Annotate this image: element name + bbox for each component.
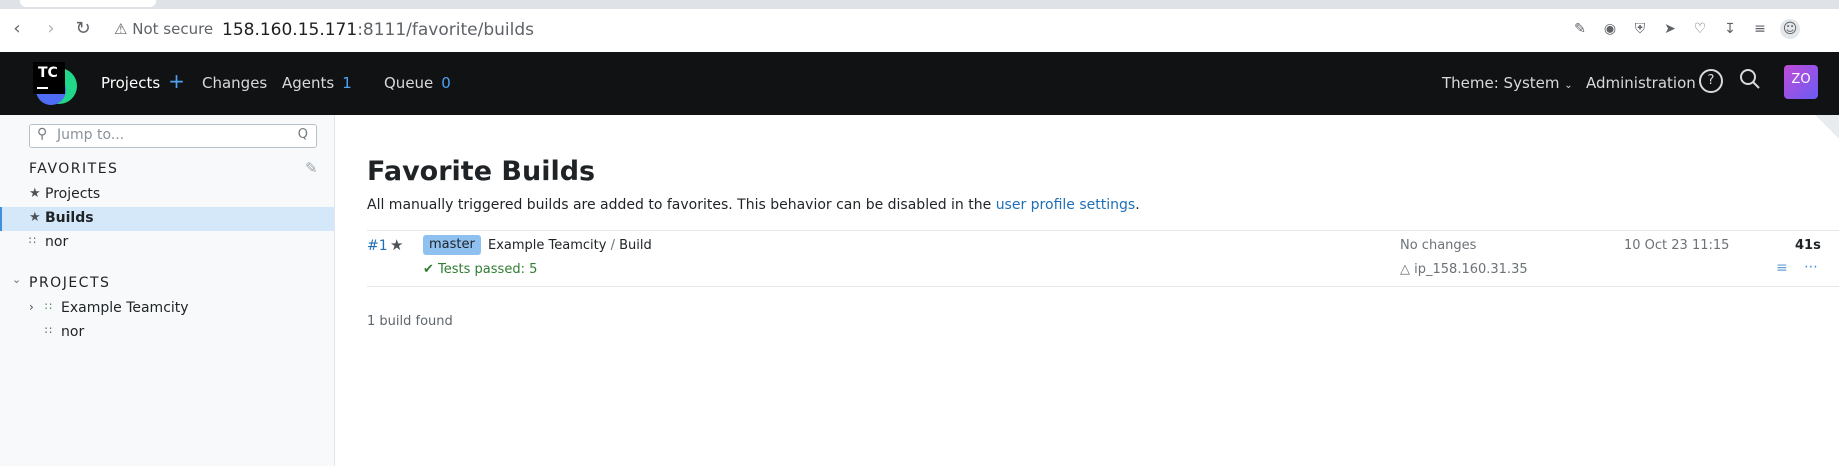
search-icon: ⚲ <box>37 126 48 142</box>
url-field[interactable]: 158.160.15.171:8111/favorite/builds <box>222 20 534 40</box>
add-project-icon[interactable]: + <box>168 69 185 93</box>
config-name[interactable]: Build <box>619 238 652 253</box>
favorites-heading: FAVORITES <box>29 161 119 177</box>
agent-info[interactable]: △ ip_158.160.31.35 <box>1400 262 1528 277</box>
queue-count: 0 <box>441 74 451 92</box>
active-tab[interactable] <box>20 0 156 7</box>
nav-projects-label: Projects <box>101 74 161 92</box>
chevron-right-icon[interactable]: › <box>29 300 34 314</box>
main-content: Favorite Builds All manually triggered b… <box>335 115 1839 466</box>
description-end: . <box>1135 197 1140 213</box>
shield-icon[interactable]: ⛨ <box>1630 19 1650 39</box>
settings-icon[interactable]: ≡ <box>1750 19 1770 39</box>
build-duration: 41s <box>1795 238 1821 253</box>
check-circle-icon: ✔ <box>423 262 434 277</box>
build-config-path[interactable]: Example Teamcity / Build <box>488 238 652 253</box>
divider <box>367 286 1839 287</box>
warning-icon: ⚠ <box>114 20 128 38</box>
back-icon[interactable]: ‹ <box>6 18 28 40</box>
star-icon[interactable]: ★ <box>390 236 403 254</box>
more-icon[interactable]: ⋯ <box>1804 259 1818 275</box>
url-host: 158.160.15.171 <box>222 20 358 40</box>
download-icon[interactable]: ↧ <box>1720 19 1740 39</box>
star-icon: ★ <box>29 210 41 225</box>
avatar-initials: ZO <box>1791 72 1811 87</box>
search-icon[interactable] <box>1738 67 1762 95</box>
nav-administration[interactable]: Administration <box>1586 74 1696 92</box>
sidebar: ⚲ Jump to... Q FAVORITES ✎ ★ Projects ★ … <box>0 115 335 466</box>
nav-projects[interactable]: Projects + <box>101 71 185 92</box>
url-path: :8111/favorite/builds <box>357 20 534 40</box>
linux-icon: △ <box>1400 262 1410 277</box>
camera-icon[interactable]: ◉ <box>1600 19 1620 39</box>
edit-favorites-icon[interactable]: ✎ <box>305 159 318 177</box>
chevron-down-icon[interactable]: ⌄ <box>12 273 21 286</box>
divider <box>367 230 1839 231</box>
nav-agents-label: Agents <box>282 74 335 92</box>
not-secure-label: Not secure <box>132 20 214 38</box>
sidebar-item-label: nor <box>45 234 69 250</box>
branch-badge[interactable]: master <box>423 235 481 255</box>
app-header: TC Projects + Changes Agents 1 Queue 0 Them… <box>0 52 1839 115</box>
build-number-link[interactable]: #1 <box>367 238 388 254</box>
logo-text: TC <box>38 65 58 81</box>
nav-queue[interactable]: Queue 0 <box>384 74 451 92</box>
selection-indicator <box>0 207 2 231</box>
jump-shortcut: Q <box>297 127 308 142</box>
user-profile-settings-link[interactable]: user profile settings <box>996 197 1136 213</box>
nav-agents[interactable]: Agents 1 <box>282 74 352 92</box>
address-bar-row: ‹ › ↻ ⚠ Not secure 158.160.15.171:8111/f… <box>0 12 1839 46</box>
jump-to-input[interactable]: ⚲ Jump to... Q <box>29 124 317 148</box>
jump-placeholder: Jump to... <box>57 127 125 143</box>
build-count: 1 build found <box>367 314 453 329</box>
sidebar-item-label: Example Teamcity <box>61 300 189 316</box>
tab-strip <box>0 0 1839 9</box>
avatar[interactable]: ZO <box>1784 65 1818 99</box>
agent-name: ip_158.160.31.35 <box>1414 262 1528 277</box>
project-icon: ∷ <box>29 234 36 247</box>
theme-selector[interactable]: Theme: System ⌄ <box>1442 74 1573 92</box>
layers-icon[interactable]: ≡ <box>1776 260 1788 276</box>
sidebar-item-label: Builds <box>45 210 94 226</box>
page-title: Favorite Builds <box>367 156 596 187</box>
teamcity-logo[interactable]: TC <box>29 60 77 106</box>
send-icon[interactable]: ➤ <box>1660 19 1680 39</box>
description-text: All manually triggered builds are added … <box>367 197 992 213</box>
tests-status[interactable]: ✔ Tests passed: 5 <box>423 262 537 277</box>
path-separator: / <box>610 238 615 253</box>
edit-icon[interactable]: ✎ <box>1570 19 1590 39</box>
page-description: All manually triggered builds are added … <box>367 197 1140 213</box>
agents-count: 1 <box>342 74 352 92</box>
panel-toggle-corner[interactable] <box>1815 115 1839 139</box>
theme-label: Theme: System <box>1442 74 1560 92</box>
project-icon: ∷ <box>45 300 52 313</box>
nav-changes[interactable]: Changes <box>202 74 267 92</box>
sidebar-item-label: Projects <box>45 186 101 202</box>
star-icon: ★ <box>29 186 41 201</box>
chevron-down-icon: ⌄ <box>1564 80 1573 91</box>
sidebar-item-nor-project[interactable]: ∷ nor <box>0 321 334 345</box>
nav-queue-label: Queue <box>384 74 434 92</box>
sidebar-item-builds[interactable]: ★ Builds <box>0 207 334 231</box>
forward-icon[interactable]: › <box>40 18 62 40</box>
browser-toolbar: ‹ › ↻ ⚠ Not secure 158.160.15.171:8111/f… <box>0 0 1839 52</box>
project-name[interactable]: Example Teamcity <box>488 238 606 253</box>
reload-icon[interactable]: ↻ <box>72 18 94 40</box>
help-icon[interactable]: ? <box>1699 69 1723 93</box>
profile-icon[interactable]: ☺ <box>1780 19 1800 39</box>
sidebar-item-label: nor <box>61 324 85 340</box>
heart-icon[interactable]: ♡ <box>1690 19 1710 39</box>
sidebar-item-example-teamcity[interactable]: › ∷ Example Teamcity <box>0 297 334 321</box>
build-date: 10 Oct 23 11:15 <box>1624 238 1730 253</box>
security-warning[interactable]: ⚠ Not secure <box>114 20 213 38</box>
changes-status[interactable]: No changes <box>1400 238 1476 253</box>
projects-heading: PROJECTS <box>29 275 111 291</box>
sidebar-item-nor[interactable]: ∷ nor <box>0 231 334 255</box>
project-icon: ∷ <box>45 324 52 337</box>
tests-label: Tests passed: 5 <box>438 262 538 277</box>
sidebar-item-projects[interactable]: ★ Projects <box>0 183 334 207</box>
